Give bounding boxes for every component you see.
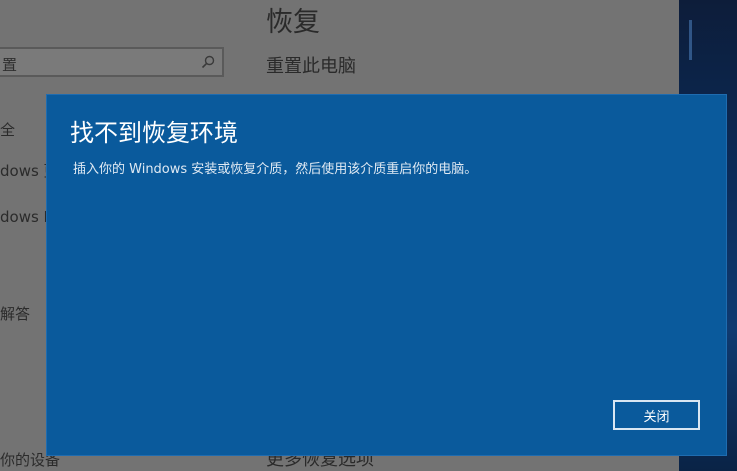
sidebar-item-troubleshoot[interactable]: 解答	[0, 303, 30, 324]
search-input-value: 置	[2, 56, 18, 74]
screen: 恢复 置 重置此电脑 全 dows 更 dows D 解答 你的设备 更多恢复选…	[0, 0, 737, 471]
dialog-message: 插入你的 Windows 安装或恢复介质，然后使用该介质重启你的电脑。	[73, 162, 478, 177]
search-icon	[201, 55, 215, 69]
recovery-error-dialog: 找不到恢复环境 插入你的 Windows 安装或恢复介质，然后使用该介质重启你的…	[47, 95, 726, 455]
search-input[interactable]: 置	[0, 47, 224, 77]
dialog-title: 找不到恢复环境	[70, 119, 238, 147]
page-title: 恢复	[266, 7, 320, 38]
sidebar-item-0[interactable]: 全	[0, 119, 15, 140]
close-button[interactable]: 关闭	[613, 400, 700, 430]
reset-pc-heading: 重置此电脑	[266, 56, 356, 77]
